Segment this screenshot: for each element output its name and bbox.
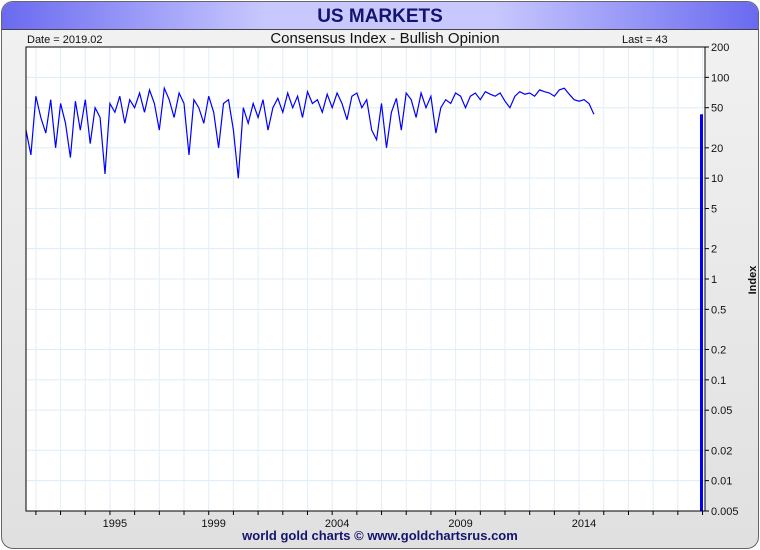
y-tick-label: 0.1 — [711, 375, 726, 387]
x-tick-label: 1995 — [103, 518, 127, 530]
x-tick-label: 2014 — [572, 518, 596, 530]
y-tick-label: 0.5 — [711, 304, 726, 316]
y-tick-label: 50 — [711, 103, 723, 115]
y-tick-label: 0.01 — [711, 476, 732, 488]
y-tick-label: 10 — [711, 173, 723, 185]
y-tick-label: 0.005 — [711, 506, 739, 518]
y-tick-label: 0.02 — [711, 445, 732, 457]
x-tick-label: 1999 — [201, 518, 225, 530]
y-tick-label: 5 — [711, 204, 717, 216]
x-tick-label: 2004 — [325, 518, 349, 530]
y-tick-label: 0.05 — [711, 405, 732, 417]
y-tick-label: 0.2 — [711, 344, 726, 356]
chart-svg: 200 100 50 20 10 5 2 1 0.5 0.2 0.1 0.05 0.02 0.01 0.00… — [25, 42, 759, 530]
y-axis-label: Index — [747, 265, 759, 295]
series-end-bar — [700, 114, 703, 511]
x-tick-label: 2009 — [448, 518, 472, 530]
y-tick-label: 200 — [711, 42, 729, 54]
y-tick-label: 20 — [711, 143, 723, 155]
y-tick-label: 1 — [711, 274, 717, 286]
y-tick-label: 2 — [711, 244, 717, 256]
y-tick-label: 100 — [711, 72, 729, 84]
